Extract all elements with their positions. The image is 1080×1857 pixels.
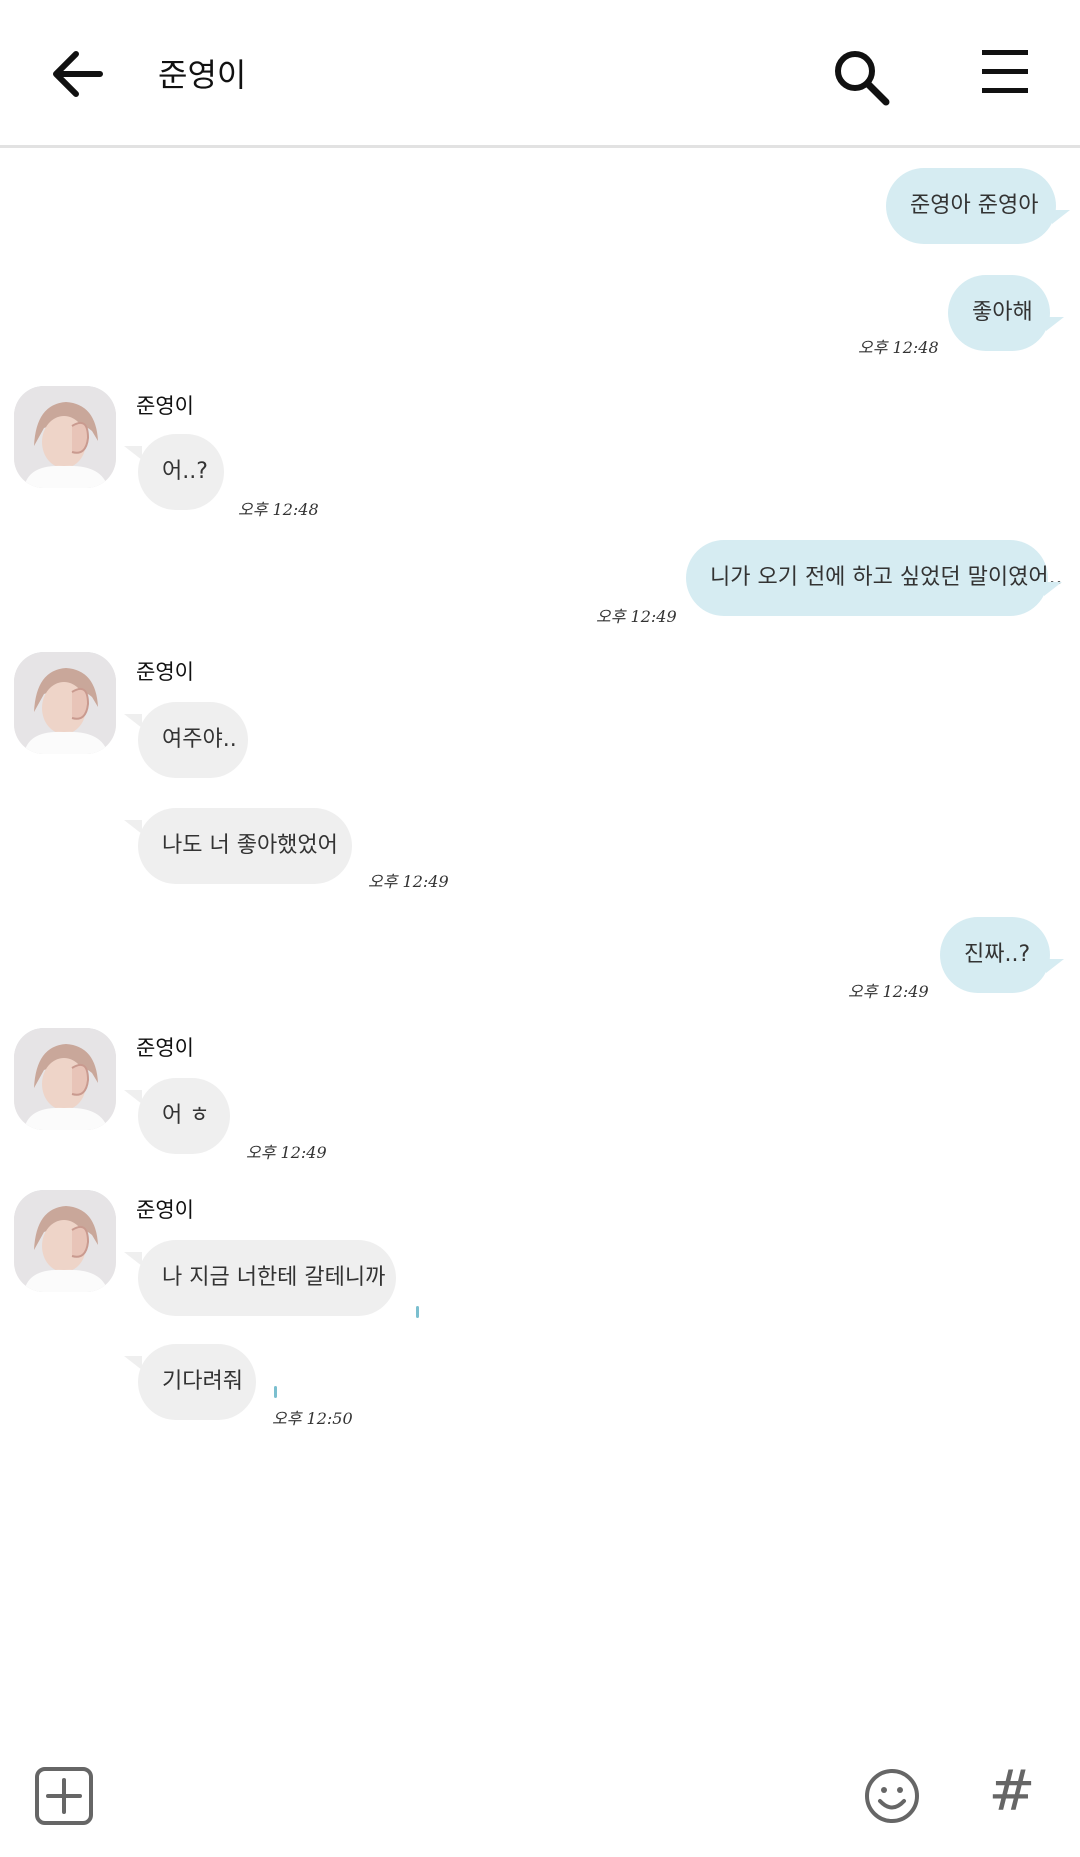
sender-name: 준영이: [136, 1198, 194, 1222]
sender-name: 준영이: [136, 660, 194, 684]
message-time: 오후 12:48: [238, 500, 319, 519]
menu-button[interactable]: [980, 46, 1032, 98]
message-time: 오후 12:49: [848, 982, 929, 1001]
bubble-tail: [124, 1252, 142, 1266]
friend-message-bubble[interactable]: 어..?: [124, 434, 224, 510]
search-icon: [835, 51, 890, 106]
bubble-tail: [124, 1090, 142, 1104]
bubble-tail: [1046, 317, 1064, 331]
my-message-bubble[interactable]: 준영아 준영아: [886, 168, 1070, 244]
smiley-icon: [865, 1769, 919, 1823]
message-text: 기다려줘: [162, 1369, 243, 1394]
search-button[interactable]: [830, 46, 892, 108]
profile-photo: [14, 1190, 116, 1292]
profile-photo: [14, 652, 116, 754]
profile-photo: [14, 386, 116, 488]
plus-square-icon: [35, 1767, 93, 1825]
message-text: 진짜..?: [964, 942, 1031, 967]
add-attachment-button[interactable]: [34, 1766, 94, 1826]
my-message-bubble[interactable]: 진짜..?: [940, 917, 1064, 993]
friend-message-bubble[interactable]: 어 ㅎ: [124, 1078, 230, 1154]
message-text: 준영아 준영아: [910, 193, 1039, 218]
message-text: 어..?: [162, 459, 208, 484]
unread-mark: [274, 1386, 277, 1398]
bubble-tail: [124, 446, 142, 460]
bubble-tail: [1052, 210, 1070, 224]
message-time: 오후 12:50: [272, 1409, 353, 1428]
chat-title: 준영이: [158, 56, 247, 94]
arrow-left-icon: [53, 51, 103, 97]
bubble-tail: [1044, 582, 1062, 596]
message-text: 어 ㅎ: [162, 1103, 210, 1128]
message-time: 오후 12:49: [596, 607, 677, 626]
message-time: 오후 12:49: [368, 872, 449, 891]
message-text: 나 지금 너한테 갈테니까: [162, 1265, 386, 1290]
bubble-tail: [1046, 959, 1064, 973]
chat-header: 준영이: [0, 0, 1080, 148]
message-text: 니가 오기 전에 하고 싶었던 말이였어..: [710, 565, 1063, 590]
friend-message-bubble[interactable]: 나 지금 너한테 갈테니까: [124, 1240, 396, 1316]
back-button[interactable]: [48, 44, 108, 104]
avatar[interactable]: [14, 1190, 116, 1292]
message-text: 나도 너 좋아했었어: [162, 833, 338, 858]
hashtag-button[interactable]: #: [986, 1762, 1038, 1822]
message-text: 여주야..: [162, 727, 237, 752]
message-time: 오후 12:48: [858, 338, 939, 357]
bubble-tail: [124, 714, 142, 728]
avatar[interactable]: [14, 1028, 116, 1130]
friend-message-bubble[interactable]: 나도 너 좋아했었어: [124, 808, 352, 884]
bubble-tail: [124, 820, 142, 834]
my-message-bubble[interactable]: 니가 오기 전에 하고 싶었던 말이였어..: [686, 540, 1063, 616]
friend-message-bubble[interactable]: 기다려줘: [124, 1344, 256, 1420]
emoji-button[interactable]: [864, 1768, 920, 1824]
message-time: 오후 12:49: [246, 1143, 327, 1162]
friend-message-bubble[interactable]: 여주야..: [124, 702, 248, 778]
profile-photo: [14, 1028, 116, 1130]
sender-name: 준영이: [136, 1036, 194, 1060]
unread-mark: [416, 1306, 419, 1318]
avatar[interactable]: [14, 386, 116, 488]
message-text: 좋아해: [972, 300, 1033, 325]
my-message-bubble[interactable]: 좋아해: [948, 275, 1064, 351]
sender-name: 준영이: [136, 394, 194, 418]
avatar[interactable]: [14, 652, 116, 754]
bubble-tail: [124, 1356, 142, 1370]
hamburger-menu-icon: [982, 50, 1028, 93]
